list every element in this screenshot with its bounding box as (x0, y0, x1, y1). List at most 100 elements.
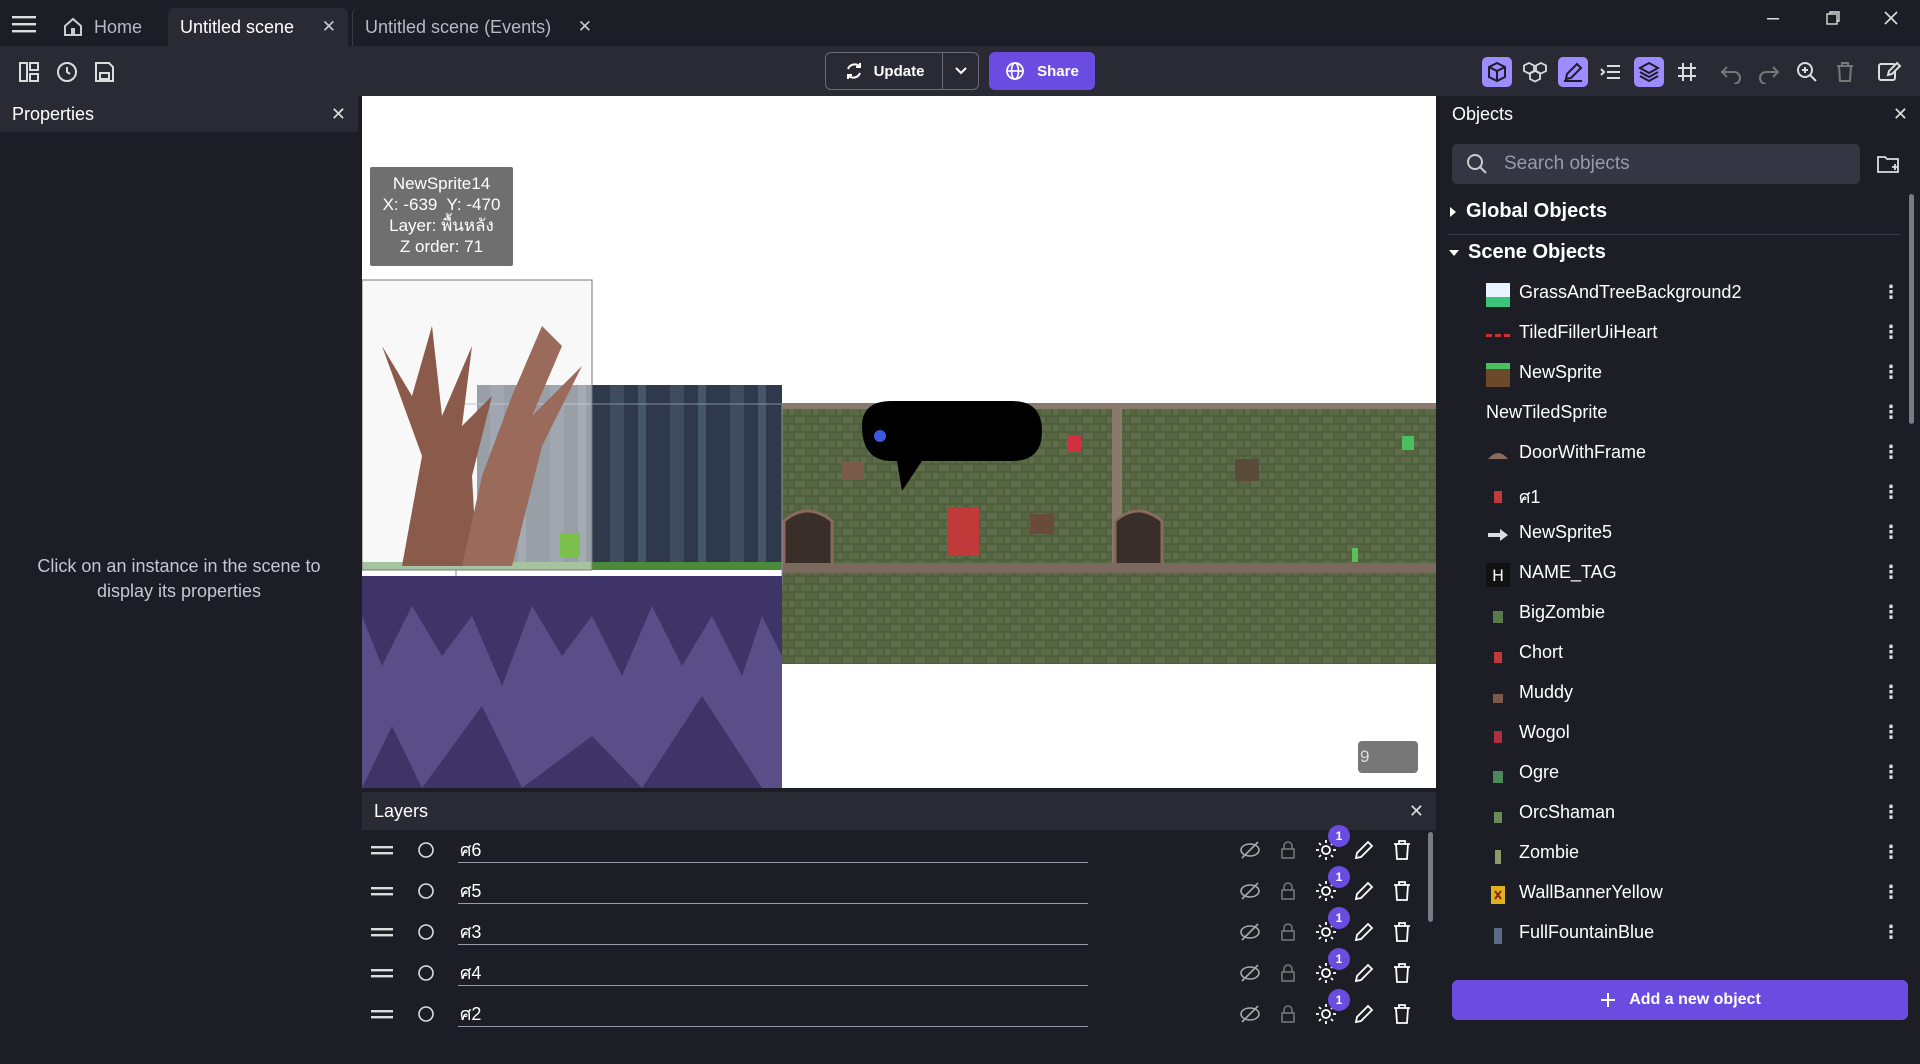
close-tab-icon[interactable]: ✕ (578, 17, 592, 37)
more-options-icon[interactable]: ⋮ (1882, 482, 1900, 503)
more-options-icon[interactable]: ⋮ (1882, 922, 1900, 943)
object-item-bigzombie[interactable]: BigZombie ⋮ (1440, 594, 1900, 634)
object-item-newsprite[interactable]: NewSprite ⋮ (1440, 354, 1900, 394)
lock-icon[interactable] (1276, 920, 1300, 944)
layer-row[interactable]: ศ6 1 (362, 825, 1436, 870)
more-options-icon[interactable]: ⋮ (1882, 442, 1900, 463)
delete-icon[interactable] (1830, 57, 1860, 87)
layers-panel-icon[interactable] (1634, 57, 1664, 87)
object-item-grassandtreebackground2[interactable]: GrassAndTreeBackground2 ⋮ (1440, 274, 1900, 314)
close-icon[interactable]: ✕ (1893, 104, 1908, 125)
circle-icon[interactable] (414, 879, 438, 903)
tab-untitled-scene[interactable]: Untitled scene ✕ (168, 8, 348, 46)
object-groups-icon[interactable] (1520, 57, 1550, 87)
object-item-wogol[interactable]: Wogol ⋮ (1440, 714, 1900, 754)
layer-row[interactable]: ศ5 1 (362, 866, 1436, 911)
object-item-name-tag[interactable]: H NAME_TAG ⋮ (1440, 554, 1900, 594)
lock-icon[interactable] (1276, 838, 1300, 862)
object-item-zombie[interactable]: Zombie ⋮ (1440, 834, 1900, 874)
layer-name[interactable]: ศ5 (458, 876, 1088, 904)
circle-icon[interactable] (414, 838, 438, 862)
object-item-chort[interactable]: Chort ⋮ (1440, 634, 1900, 674)
layer-name[interactable]: ศ6 (458, 835, 1088, 863)
object-item-newsprite5[interactable]: NewSprite5 ⋮ (1440, 514, 1900, 554)
layer-name[interactable]: ศ4 (458, 958, 1088, 986)
more-options-icon[interactable]: ⋮ (1882, 402, 1900, 423)
more-options-icon[interactable]: ⋮ (1882, 602, 1900, 623)
layer-row[interactable]: ศ3 1 (362, 907, 1436, 952)
trash-icon[interactable] (1390, 920, 1414, 944)
edit-icon[interactable] (1352, 920, 1376, 944)
close-tab-icon[interactable]: ✕ (322, 17, 336, 37)
object-item-ogre[interactable]: Ogre ⋮ (1440, 754, 1900, 794)
close-icon[interactable]: ✕ (331, 104, 346, 125)
more-options-icon[interactable]: ⋮ (1882, 682, 1900, 703)
layer-row[interactable]: ศ4 1 (362, 948, 1436, 993)
visibility-off-icon[interactable] (1238, 879, 1262, 903)
history-icon[interactable] (52, 57, 82, 87)
lock-icon[interactable] (1276, 961, 1300, 985)
layer-name[interactable]: ศ3 (458, 917, 1088, 945)
add-new-object-button[interactable]: Add a new object (1452, 980, 1908, 1020)
edit-icon[interactable] (1352, 879, 1376, 903)
object-item-tiledfilleruiheart[interactable]: TiledFillerUiHeart ⋮ (1440, 314, 1900, 354)
close-window-button[interactable] (1868, 4, 1914, 32)
instances-list-icon[interactable] (1596, 57, 1626, 87)
more-options-icon[interactable]: ⋮ (1882, 722, 1900, 743)
trash-icon[interactable] (1390, 961, 1414, 985)
object-item-wallbanneryellow[interactable]: WallBannerYellow ⋮ (1440, 874, 1900, 914)
drag-handle-icon[interactable] (370, 838, 394, 862)
lock-icon[interactable] (1276, 1002, 1300, 1026)
objects-panel-icon[interactable] (1482, 57, 1512, 87)
visibility-off-icon[interactable] (1238, 961, 1262, 985)
restore-window-button[interactable] (1810, 4, 1856, 32)
more-options-icon[interactable]: ⋮ (1882, 362, 1900, 383)
update-dropdown-button[interactable] (943, 53, 978, 89)
save-icon[interactable] (89, 57, 119, 87)
edit-icon[interactable] (1352, 838, 1376, 862)
objects-scrollbar[interactable] (1909, 194, 1914, 424)
trash-icon[interactable] (1390, 879, 1414, 903)
object-item-fullfountainblue[interactable]: FullFountainBlue ⋮ (1440, 914, 1900, 954)
layers-scrollbar[interactable] (1428, 832, 1433, 922)
circle-icon[interactable] (414, 961, 438, 985)
more-options-icon[interactable]: ⋮ (1882, 762, 1900, 783)
menu-icon[interactable] (12, 14, 36, 34)
edit-icon[interactable] (1352, 961, 1376, 985)
zoom-icon[interactable] (1792, 57, 1822, 87)
redo-icon[interactable] (1754, 57, 1784, 87)
trash-icon[interactable] (1390, 838, 1414, 862)
tab-home[interactable]: Home (50, 8, 166, 46)
lock-icon[interactable] (1276, 879, 1300, 903)
drag-handle-icon[interactable] (370, 961, 394, 985)
share-button[interactable]: Share (989, 52, 1095, 90)
object-item-orcshaman[interactable]: OrcShaman ⋮ (1440, 794, 1900, 834)
update-button[interactable]: Update (826, 53, 943, 89)
layer-name[interactable]: ศ2 (458, 999, 1088, 1027)
more-options-icon[interactable]: ⋮ (1882, 562, 1900, 583)
grid-icon[interactable] (1672, 57, 1702, 87)
global-objects-group[interactable]: Global Objects (1448, 200, 1607, 223)
layer-row[interactable]: ศ2 1 (362, 989, 1436, 1034)
edit-icon[interactable] (1352, 1002, 1376, 1026)
drag-handle-icon[interactable] (370, 920, 394, 944)
properties-panel-icon[interactable] (1558, 57, 1588, 87)
more-options-icon[interactable]: ⋮ (1882, 642, 1900, 663)
close-icon[interactable]: ✕ (1409, 801, 1424, 822)
object-item-muddy[interactable]: Muddy ⋮ (1440, 674, 1900, 714)
panels-icon[interactable] (14, 57, 44, 87)
object-item-newtiledsprite[interactable]: NewTiledSprite ⋮ (1440, 394, 1900, 434)
visibility-off-icon[interactable] (1238, 1002, 1262, 1026)
object-item-s1[interactable]: ศ1 ⋮ (1440, 474, 1900, 514)
more-options-icon[interactable]: ⋮ (1882, 522, 1900, 543)
undo-icon[interactable] (1716, 57, 1746, 87)
object-item-doorwithframe[interactable]: DoorWithFrame ⋮ (1440, 434, 1900, 474)
more-options-icon[interactable]: ⋮ (1882, 282, 1900, 303)
search-objects-input[interactable]: Search objects (1452, 144, 1860, 184)
scene-canvas[interactable]: NewSprite14 X: -639 Y: -470 Layer: พื้นห… (362, 96, 1436, 788)
drag-handle-icon[interactable] (370, 1002, 394, 1026)
scene-objects-group[interactable]: Scene Objects (1448, 241, 1606, 264)
more-options-icon[interactable]: ⋮ (1882, 322, 1900, 343)
circle-icon[interactable] (414, 1002, 438, 1026)
more-options-icon[interactable]: ⋮ (1882, 842, 1900, 863)
